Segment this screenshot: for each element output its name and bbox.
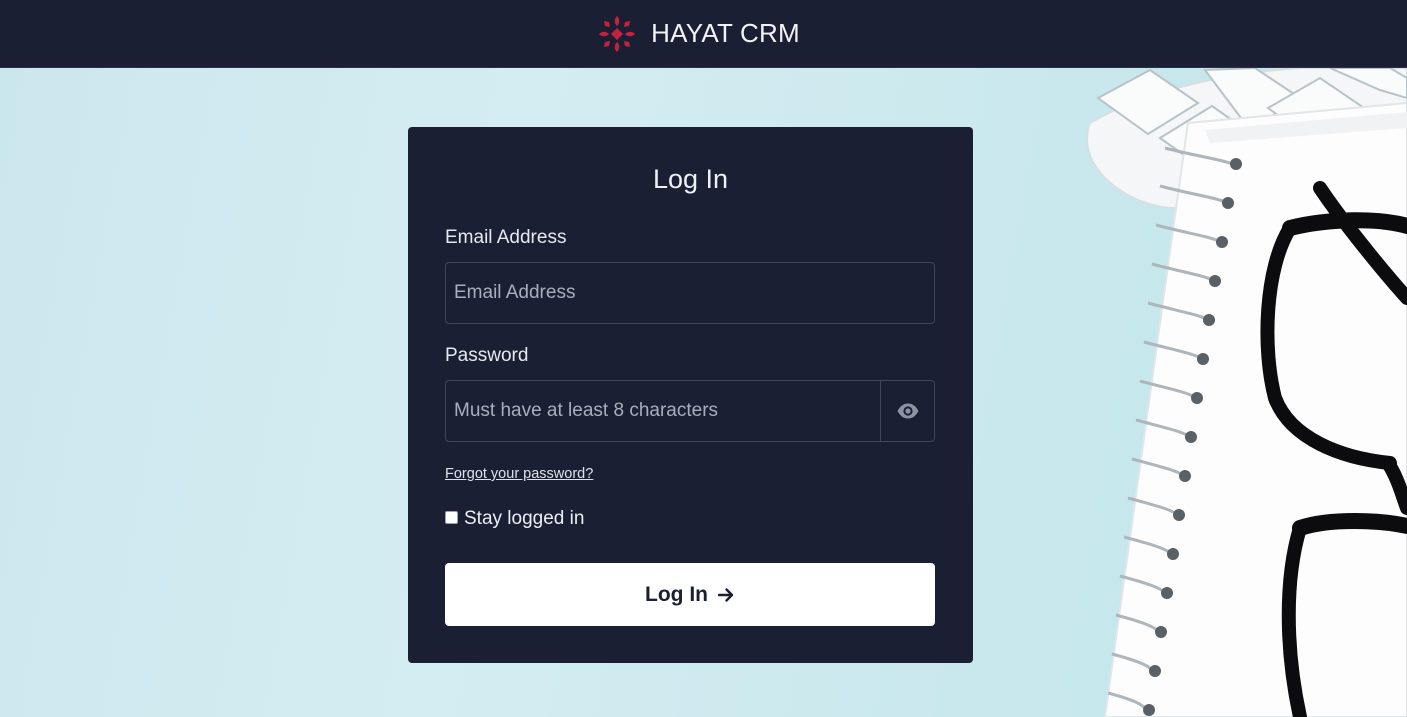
stay-logged-in-label: Stay logged in [464, 508, 585, 529]
password-field-wrapper [445, 380, 935, 442]
arrow-right-icon [717, 587, 734, 602]
top-bar: HAYAT CRM [0, 0, 1407, 68]
login-button-label: Log In [645, 582, 708, 606]
flower-logo-icon [599, 15, 636, 52]
stay-logged-in-checkbox[interactable] [445, 511, 458, 524]
login-title: Log In [652, 164, 729, 194]
email-label: Email Address [445, 227, 567, 248]
brand[interactable]: HAYAT CRM [597, 14, 800, 54]
login-button[interactable]: Log In [445, 563, 935, 626]
password-label: Password [445, 345, 529, 366]
login-card: Log In Email Address Password Forgot you… [408, 127, 973, 663]
password-input[interactable] [446, 381, 882, 441]
show-password-button[interactable] [880, 381, 934, 441]
eye-icon [897, 403, 918, 419]
email-field-wrapper [445, 262, 935, 324]
email-input[interactable] [446, 263, 934, 323]
forgot-password-link[interactable]: Forgot your password? [445, 466, 593, 482]
brand-name: HAYAT CRM [651, 18, 800, 48]
stay-logged-in-row[interactable]: Stay logged in [445, 508, 584, 530]
